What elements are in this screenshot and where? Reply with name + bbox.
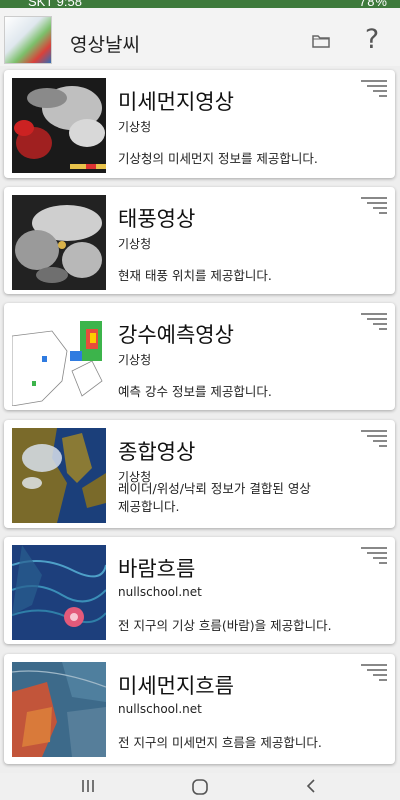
card-thumbnail <box>12 545 106 640</box>
status-battery: 78% <box>358 0 388 8</box>
card-thumbnail <box>12 311 106 406</box>
card-description-line: 제공합니다. <box>118 499 180 514</box>
menu-icon[interactable] <box>361 430 387 448</box>
card-title: 종합영상 <box>118 440 196 464</box>
system-nav-bar <box>0 773 400 800</box>
card-source: nullschool.net <box>118 702 202 716</box>
menu-icon[interactable] <box>361 313 387 331</box>
card-description: 전 지구의 기상 흐름(바람)을 제공합니다. <box>118 618 332 633</box>
status-bar: SKT 9:58 78% <box>0 0 400 8</box>
menu-icon[interactable] <box>361 547 387 565</box>
card-source: 기상청 <box>118 353 152 367</box>
card-precipitation-forecast[interactable]: 강수예측영상 기상청 예측 강수 정보를 제공합니다. <box>4 303 395 410</box>
card-source: 기상청 <box>118 237 152 251</box>
back-icon[interactable] <box>304 778 318 794</box>
card-fine-dust-image[interactable]: 미세먼지영상 기상청 기상청의 미세먼지 정보를 제공합니다. <box>4 70 395 178</box>
card-description: 전 지구의 미세먼지 흐름을 제공합니다. <box>118 735 322 750</box>
recent-apps-icon[interactable] <box>80 778 96 794</box>
card-description-line: 레이더/위성/낙뢰 정보가 결합된 영상 <box>118 481 311 496</box>
card-description: 현재 태풍 위치를 제공합니다. <box>118 268 272 283</box>
app-bar: 영상날씨 ? <box>0 8 400 66</box>
help-icon[interactable]: ? <box>360 24 384 56</box>
card-composite-image[interactable]: 종합영상 기상청 레이더/위성/낙뢰 정보가 결합된 영상 제공합니다. <box>4 420 395 528</box>
card-wind-flow[interactable]: 바람흐름 nullschool.net 전 지구의 기상 흐름(바람)을 제공합… <box>4 537 395 644</box>
card-fine-dust-flow[interactable]: 미세먼지흐름 nullschool.net 전 지구의 미세먼지 흐름을 제공합… <box>4 654 395 764</box>
folder-icon[interactable] <box>312 34 330 48</box>
card-title: 미세먼지흐름 <box>118 674 234 698</box>
menu-icon[interactable] <box>361 664 387 682</box>
card-thumbnail <box>12 662 106 757</box>
card-typhoon-image[interactable]: 태풍영상 기상청 현재 태풍 위치를 제공합니다. <box>4 187 395 294</box>
card-title: 강수예측영상 <box>118 323 234 347</box>
menu-icon[interactable] <box>361 197 387 215</box>
card-thumbnail <box>12 428 106 523</box>
app-logo <box>4 16 52 64</box>
card-title: 태풍영상 <box>118 207 196 231</box>
card-title: 바람흐름 <box>118 557 196 581</box>
card-title: 미세먼지영상 <box>118 90 234 114</box>
card-source: 기상청 <box>118 120 152 134</box>
home-icon[interactable] <box>191 778 209 796</box>
card-description: 기상청의 미세먼지 정보를 제공합니다. <box>118 151 318 166</box>
menu-icon[interactable] <box>361 80 387 98</box>
card-description: 예측 강수 정보를 제공합니다. <box>118 384 272 399</box>
status-time: SKT 9:58 <box>28 0 82 8</box>
card-thumbnail <box>12 195 106 290</box>
app-title: 영상날씨 <box>70 34 140 56</box>
card-source: nullschool.net <box>118 585 202 599</box>
card-thumbnail <box>12 78 106 173</box>
card-description: 레이더/위성/낙뢰 정보가 결합된 영상 제공합니다. <box>118 480 378 516</box>
